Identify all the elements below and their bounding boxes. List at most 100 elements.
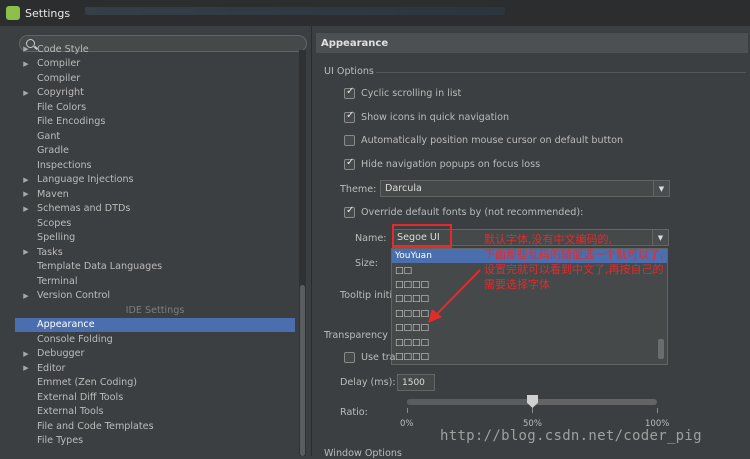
- tree-item[interactable]: ▶ Editor: [15, 361, 295, 375]
- tree-item[interactable]: Gradle: [15, 144, 295, 158]
- tree-item-label: Debugger: [37, 348, 85, 359]
- tree-item-label: Console Folding: [37, 333, 113, 345]
- chevron-down-icon[interactable]: ▼: [653, 181, 669, 196]
- tree-item[interactable]: Gant: [15, 129, 295, 143]
- tree-item-label: Code Style: [37, 43, 89, 55]
- tree-item-label: Appearance: [37, 319, 95, 330]
- tree-item-label: File Encodings: [37, 116, 106, 127]
- pane-divider[interactable]: [311, 26, 312, 456]
- title-bar-background: [85, 7, 505, 15]
- dropdown-scrollbar-thumb[interactable]: [658, 339, 664, 359]
- tree-item-label: External Diff Tools: [37, 391, 124, 403]
- tree-item[interactable]: Template Data Languages: [15, 260, 295, 274]
- tree-item-label: Version Control: [37, 290, 111, 301]
- tree-item-label: Inspections: [37, 159, 92, 171]
- checkbox-label: Show icons in quick navigation: [361, 112, 510, 123]
- annotation-line: 设置完就可以看到中文了,再按自己的: [484, 263, 664, 276]
- tree-item-label: File and Code Templates: [37, 420, 154, 432]
- tree-item-label: Emmet (Zen Coding): [37, 377, 138, 388]
- expand-arrow-icon[interactable]: ▶: [15, 45, 37, 53]
- ratio-slider[interactable]: [407, 395, 657, 408]
- auto-position-cursor-checkbox[interactable]: Automatically position mouse cursor on d…: [344, 135, 623, 146]
- tooltip-label: Tooltip initia: [340, 290, 398, 301]
- checkbox-box[interactable]: [344, 135, 355, 146]
- tree-item[interactable]: Inspections: [15, 158, 295, 172]
- expand-arrow-icon[interactable]: ▶: [15, 292, 37, 300]
- tree-item-label: Schemas and DTDs: [37, 203, 131, 214]
- settings-tree-pane: ▶ Code Style ▶ Compiler Compiler ▶ Copyright Fi…: [15, 33, 307, 456]
- tree-item[interactable]: Spelling: [15, 231, 295, 245]
- tree-item[interactable]: File Encodings: [15, 115, 295, 129]
- tree-item-label: Scopes: [37, 217, 72, 229]
- transparency-label: Transparency: [324, 330, 388, 341]
- watermark: http://blog.csdn.net/coder_pig: [440, 428, 702, 444]
- hide-navigation-popups-checkbox[interactable]: Hide navigation popups on focus loss: [344, 157, 540, 170]
- expand-arrow-icon[interactable]: ▶: [15, 248, 37, 256]
- tree-item[interactable]: Scopes: [15, 216, 295, 230]
- use-transparency-checkbox[interactable]: Use tra: [344, 352, 396, 363]
- tree-item-label: Template Data Languages: [37, 261, 163, 272]
- tree-scrollbar-thumb[interactable]: [300, 285, 305, 456]
- tree-item-label: Compiler: [37, 72, 81, 84]
- checkbox-box[interactable]: [344, 205, 355, 218]
- tree-item[interactable]: Console Folding: [15, 332, 295, 346]
- delay-input[interactable]: 1500: [397, 374, 435, 391]
- tree-item[interactable]: ▶ Tasks: [15, 245, 295, 259]
- font-option[interactable]: □□□□: [392, 350, 667, 364]
- tree-item[interactable]: Terminal: [15, 274, 295, 288]
- tree-item-label: Gradle: [37, 145, 69, 156]
- tree-item[interactable]: Emmet (Zen Coding): [15, 376, 295, 390]
- tree-item[interactable]: ▶ Compiler: [15, 57, 295, 71]
- checkbox-box[interactable]: [344, 157, 355, 170]
- tree-item[interactable]: ▶ Code Style: [15, 42, 295, 56]
- expand-arrow-icon[interactable]: ▶: [15, 60, 37, 68]
- cyclic-scrolling-checkbox[interactable]: Cyclic scrolling in list: [344, 86, 461, 99]
- expand-arrow-icon[interactable]: ▶: [15, 364, 37, 372]
- checkbox-box[interactable]: [344, 86, 355, 99]
- expand-arrow-icon[interactable]: ▶: [15, 205, 37, 213]
- checkbox-label: Use tra: [361, 352, 396, 363]
- expand-arrow-icon[interactable]: ▶: [15, 89, 37, 97]
- font-name-label: Name:: [355, 233, 387, 244]
- checkbox-box[interactable]: [344, 352, 355, 363]
- tree-item-label: Compiler: [37, 58, 81, 69]
- tree-scrollbar[interactable]: [299, 50, 306, 456]
- tree-item[interactable]: ▶ Maven: [15, 187, 295, 201]
- annotation-arrow: [428, 269, 481, 323]
- panel-header: Appearance: [316, 33, 748, 53]
- tree-item-label: Maven: [37, 188, 69, 200]
- window-options-label: Window Options: [324, 448, 402, 459]
- tree-item[interactable]: ▶ Schemas and DTDs: [15, 202, 295, 216]
- show-icons-checkbox[interactable]: Show icons in quick navigation: [344, 110, 510, 123]
- theme-select[interactable]: Darcula ▼: [380, 180, 670, 197]
- tree-item-label: Language Injections: [37, 174, 134, 185]
- tree-item-label: File Types: [37, 435, 84, 446]
- expand-arrow-icon[interactable]: ▶: [15, 176, 37, 184]
- tree-item[interactable]: ▶ Version Control: [15, 289, 295, 303]
- annotation-line: 默认字体,没有中文编码的,: [484, 233, 612, 246]
- tree-item[interactable]: External Tools: [15, 405, 295, 419]
- tree-item-label: Terminal: [37, 275, 78, 287]
- checkbox-label: Automatically position mouse cursor on d…: [361, 135, 624, 146]
- tree-item[interactable]: File and Code Templates: [15, 419, 295, 433]
- tree-item[interactable]: File Types: [15, 434, 295, 448]
- tree-item[interactable]: ▶ Copyright: [15, 86, 295, 100]
- tree-item[interactable]: ▶ Debugger: [15, 347, 295, 361]
- tree-item-label: Gant: [37, 130, 61, 142]
- tree-item[interactable]: Appearance: [15, 317, 295, 332]
- ratio-tick: [407, 408, 408, 413]
- tree-item[interactable]: External Diff Tools: [15, 390, 295, 404]
- tree-item-label: Copyright: [37, 87, 84, 98]
- tree-item[interactable]: ▶ Language Injections: [15, 173, 295, 187]
- checkbox-box[interactable]: [344, 110, 355, 123]
- title-bar: Settings: [0, 0, 750, 26]
- ratio-tick: [532, 408, 533, 413]
- expand-arrow-icon[interactable]: ▶: [15, 350, 37, 358]
- font-option[interactable]: □□□□: [392, 335, 667, 349]
- window-title: Settings: [25, 6, 71, 20]
- ui-options-separator: [376, 72, 746, 73]
- tree-item[interactable]: Compiler: [15, 71, 295, 85]
- expand-arrow-icon[interactable]: ▶: [15, 190, 37, 198]
- override-fonts-checkbox[interactable]: Override default fonts by (not recommend…: [344, 205, 583, 218]
- tree-item[interactable]: File Colors: [15, 100, 295, 114]
